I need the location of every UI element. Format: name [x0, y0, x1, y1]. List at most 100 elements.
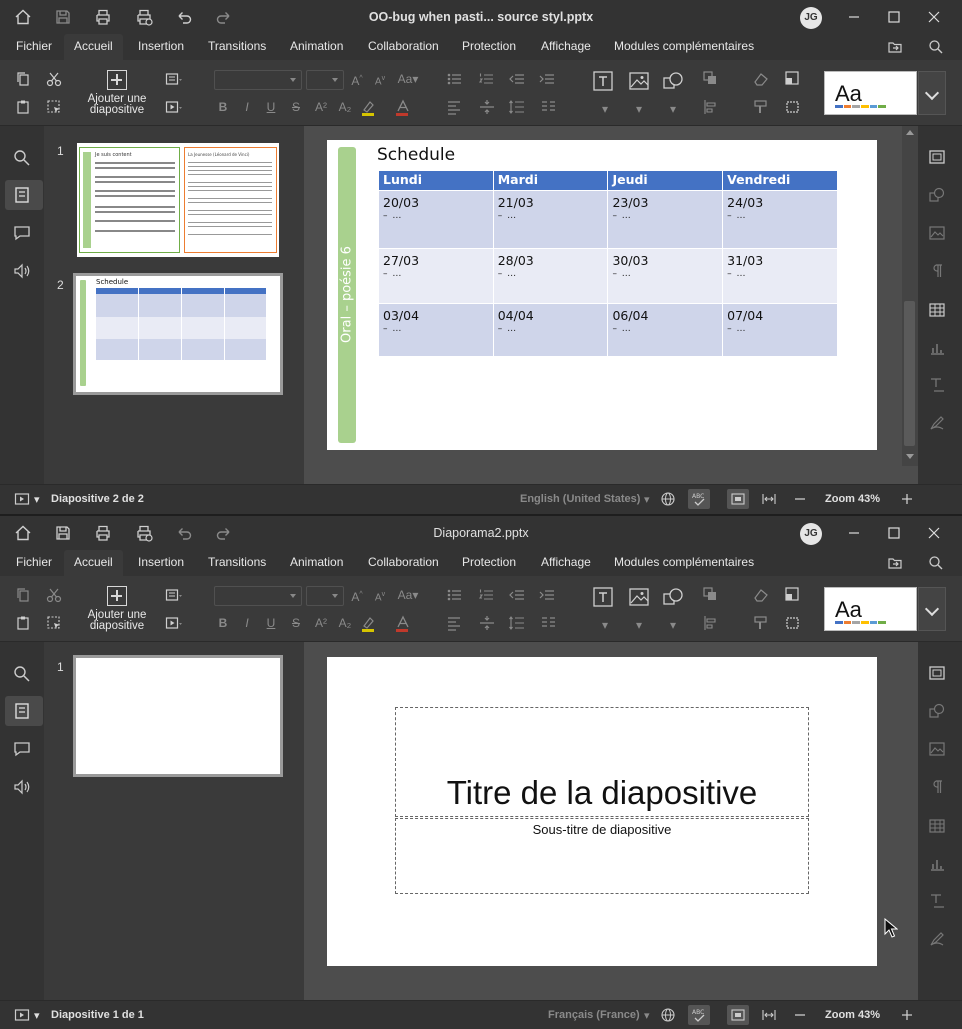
- search-icon[interactable]: [12, 664, 32, 684]
- menu-modules[interactable]: Modules complémentaires: [614, 34, 754, 60]
- line-spacing-icon[interactable]: [508, 98, 534, 116]
- slides-icon[interactable]: [12, 185, 32, 205]
- layout-icon[interactable]: [164, 586, 182, 604]
- cut-icon[interactable]: [45, 586, 63, 604]
- print-icon[interactable]: [94, 8, 112, 26]
- subtitle-placeholder[interactable]: Sous-titre de diapositive: [395, 818, 809, 894]
- close-icon[interactable]: [926, 525, 942, 541]
- fit-width-icon[interactable]: [761, 1007, 777, 1023]
- copy-icon[interactable]: [14, 70, 32, 88]
- avatar[interactable]: JG: [800, 7, 822, 29]
- theme-expand-button[interactable]: [918, 71, 946, 115]
- subscript-icon[interactable]: A₂: [336, 98, 354, 116]
- font-size-select[interactable]: [306, 70, 344, 90]
- thumbnail-slide-1[interactable]: [73, 655, 283, 777]
- home-icon[interactable]: [14, 8, 32, 26]
- undo-icon[interactable]: [175, 8, 193, 26]
- image-icon[interactable]: [628, 70, 650, 92]
- minimize-icon[interactable]: [846, 9, 862, 25]
- maximize-icon[interactable]: [886, 525, 902, 541]
- home-icon[interactable]: [14, 524, 32, 542]
- chart-settings-icon[interactable]: [928, 339, 946, 357]
- menu-protection[interactable]: Protection: [462, 34, 516, 60]
- shape-icon[interactable]: [662, 70, 684, 92]
- change-case-icon[interactable]: Aa▾: [395, 70, 421, 88]
- vertical-scrollbar[interactable]: [902, 126, 918, 466]
- textbox-dropdown-icon[interactable]: ▾: [596, 616, 614, 634]
- minimize-icon[interactable]: [846, 525, 862, 541]
- shape-dropdown-icon[interactable]: ▾: [664, 100, 682, 118]
- superscript-icon[interactable]: A²: [312, 614, 330, 632]
- menu-collaboration[interactable]: Collaboration: [368, 550, 439, 576]
- highlight-icon[interactable]: [360, 98, 384, 116]
- audio-icon[interactable]: [12, 777, 32, 797]
- save-icon[interactable]: [54, 8, 72, 26]
- zoom-in-icon[interactable]: [899, 491, 915, 507]
- slide-title[interactable]: Schedule: [377, 145, 455, 165]
- slideshow-icon[interactable]: [164, 614, 182, 632]
- zoom-out-icon[interactable]: [792, 491, 808, 507]
- menu-accueil[interactable]: Accueil: [64, 34, 123, 60]
- textart-settings-icon[interactable]: [928, 892, 946, 910]
- schedule-table[interactable]: Lundi Mardi Jeudi Vendredi 20/03– … 21/0…: [378, 170, 838, 357]
- paragraph-settings-icon[interactable]: [928, 262, 946, 280]
- vertical-align-icon[interactable]: [478, 98, 504, 116]
- search-icon[interactable]: [12, 148, 32, 168]
- table-header[interactable]: Vendredi: [722, 170, 838, 191]
- line-spacing-icon[interactable]: [508, 614, 534, 632]
- theme-expand-button[interactable]: [918, 587, 946, 631]
- shape-icon[interactable]: [662, 586, 684, 608]
- scroll-down-icon[interactable]: [906, 454, 914, 459]
- textart-settings-icon[interactable]: [928, 376, 946, 394]
- search-icon[interactable]: [928, 39, 944, 55]
- table-cell[interactable]: 31/03– …: [722, 248, 838, 304]
- table-cell[interactable]: 21/03– …: [492, 190, 609, 249]
- signature-settings-icon[interactable]: [928, 414, 946, 432]
- align-left-icon[interactable]: [446, 98, 472, 116]
- print-icon[interactable]: [94, 524, 112, 542]
- spellcheck-button[interactable]: ABC: [688, 1005, 710, 1025]
- table-settings-icon[interactable]: [928, 301, 946, 319]
- fit-slide-button[interactable]: [727, 1005, 749, 1025]
- slideshow-dropdown-icon[interactable]: ▾: [34, 493, 40, 506]
- table-cell[interactable]: 23/03– …: [607, 190, 724, 249]
- change-case-icon[interactable]: Aa▾: [395, 586, 421, 604]
- image-dropdown-icon[interactable]: ▾: [630, 616, 648, 634]
- language-selector[interactable]: English (United States): [520, 493, 640, 505]
- table-header[interactable]: Mardi: [492, 170, 609, 191]
- table-header[interactable]: Lundi: [378, 170, 494, 191]
- open-location-icon[interactable]: [887, 555, 903, 571]
- language-dropdown-icon[interactable]: ▾: [644, 493, 650, 506]
- title-placeholder[interactable]: Titre de la diapositive: [395, 707, 809, 817]
- slideshow-icon[interactable]: [164, 98, 182, 116]
- strikethrough-icon[interactable]: S: [287, 98, 305, 116]
- table-cell[interactable]: 06/04– …: [607, 303, 724, 357]
- decrease-indent-icon[interactable]: [508, 586, 526, 604]
- select-icon[interactable]: [45, 614, 63, 632]
- shape-settings-icon[interactable]: [928, 702, 946, 720]
- redo-icon[interactable]: [215, 8, 233, 26]
- shape-dropdown-icon[interactable]: ▾: [664, 616, 682, 634]
- slideshow-start-icon[interactable]: [14, 1007, 30, 1023]
- clear-style-icon[interactable]: [752, 70, 770, 88]
- slide-settings-icon[interactable]: [928, 664, 946, 682]
- table-cell[interactable]: 03/04– …: [378, 303, 494, 357]
- arrange-icon[interactable]: [702, 70, 728, 88]
- table-cell[interactable]: 24/03– …: [722, 190, 838, 249]
- globe-icon[interactable]: [660, 491, 676, 507]
- search-icon[interactable]: [928, 555, 944, 571]
- table-settings-icon[interactable]: [928, 817, 946, 835]
- redo-icon[interactable]: [215, 524, 233, 542]
- zoom-level[interactable]: Zoom 43%: [825, 1009, 880, 1021]
- fit-width-icon[interactable]: [761, 491, 777, 507]
- paste-icon[interactable]: [14, 614, 32, 632]
- zoom-in-icon[interactable]: [899, 1007, 915, 1023]
- menu-transitions[interactable]: Transitions: [208, 550, 266, 576]
- slide-canvas[interactable]: Oral – poésie 6 Schedule Lundi Mardi Jeu…: [327, 140, 877, 450]
- spellcheck-button[interactable]: ABC: [688, 489, 710, 509]
- shape-settings-icon[interactable]: [928, 186, 946, 204]
- slide-size-icon[interactable]: [784, 614, 810, 632]
- numbering-icon[interactable]: [478, 70, 504, 88]
- font-color-icon[interactable]: [394, 614, 418, 632]
- table-cell[interactable]: 04/04– …: [492, 303, 609, 357]
